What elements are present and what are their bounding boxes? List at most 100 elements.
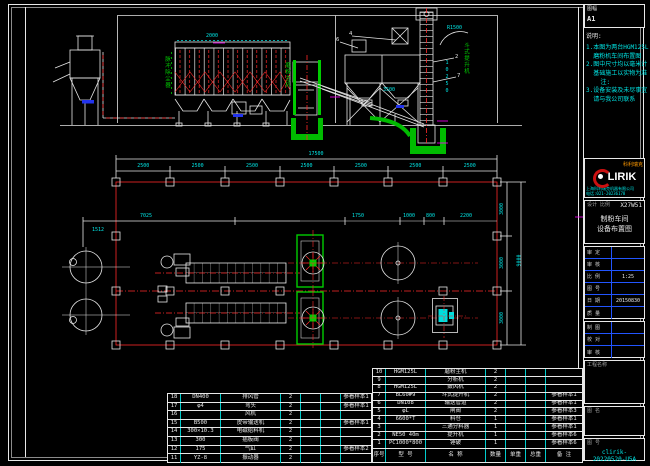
bom-header-name: 名 称 <box>426 449 486 462</box>
bom-row[interactable]: 2 NE50 40m 提升机 1 参看样本6 <box>373 432 582 440</box>
notes-block: 说明: 1.本图为两台HGM125L 磨粉机车间布置图2.图中尺寸均以毫米计 基… <box>586 34 644 105</box>
bom-row[interactable]: 8 HGM125L 鼓风机 2 <box>373 385 582 393</box>
drawing-number: clirik-20220520-U5A <box>587 449 642 463</box>
dim-label: 3000 <box>496 291 508 345</box>
corner-box: 图幅 A1 <box>584 4 645 28</box>
label-bag-filter: 脉冲除尘器 <box>163 56 171 89</box>
dim-label: 3000 <box>496 236 508 290</box>
notes-title: 说明: <box>586 34 644 41</box>
corner-line1: 图幅 <box>587 7 642 12</box>
note-line: 请与我公司联系 <box>586 96 644 105</box>
title-block-row: 审 定 <box>585 247 644 259</box>
clirik-logo[interactable]: LIRIK <box>586 169 643 184</box>
silos-elevation <box>345 28 420 125</box>
plan-silo-circles <box>381 242 415 339</box>
cad-drawing-canvas: 2000 R1500 10250 3500 脉冲除尘器 磨粉主机 斗式提升机 2… <box>0 0 650 466</box>
title-block-rows1: 审 定 审 核 比 例 1:25 图 号 <box>584 246 645 319</box>
dim-label: 3000 <box>496 182 508 236</box>
note-line: 磨粉机车间布置图 <box>586 53 644 62</box>
bom-header-unit-weight: 单重 <box>506 449 526 462</box>
plan-mills <box>288 230 478 348</box>
plan-left-small-dim: 1512 <box>92 228 104 233</box>
bom-row[interactable]: 14 300×10.3 电磁给料机 2 <box>168 428 371 437</box>
logo-box: 科利瑞克 LIRIK 上海科利瑞克机器有限公司 电话:021-20236178 <box>584 158 645 198</box>
bom-row[interactable]: 18 DN400 排风管 2 参看样本1 <box>168 394 371 403</box>
dim-label: 2500 <box>170 163 224 169</box>
bom-row[interactable]: 17 φ4 弯头 2 参看样本1 <box>168 403 371 412</box>
elev-width-dim: 2000 <box>206 34 218 39</box>
elev-silo-dim: 3500 <box>383 88 395 93</box>
clirik-logo-c-icon <box>593 169 608 184</box>
bom-header: 序号 型 号 名 称 数量 单重 总重 备 注 <box>372 448 583 463</box>
plan-mid-dim-1: 1750 <box>352 214 364 219</box>
project-name-label: 工程名称 <box>587 363 642 368</box>
title-block-row: 制 图 <box>585 322 644 334</box>
corner-line2: A1 <box>587 15 642 23</box>
note-line: 2.图中尺寸均以毫米计 <box>586 61 644 70</box>
plan-column-markers <box>112 178 501 349</box>
dim-label: 2500 <box>225 163 279 169</box>
bom-row[interactable]: 13 300 插板阀 2 <box>168 437 371 446</box>
plan-left-dimension <box>83 217 497 247</box>
plan-mid-dim-4: 2200 <box>460 214 472 219</box>
scale-caption: 设计 比例 <box>587 203 610 210</box>
bom-row[interactable]: 6 DN108 输送管道 2 参看样本1 <box>373 401 582 409</box>
plan-right-dims: 300030003000 <box>496 182 508 345</box>
note-line: 1.本图为两台HGM125L <box>586 44 644 53</box>
drawing-title: 设备布置图 <box>587 225 642 233</box>
bag-filter-elevation <box>172 41 291 127</box>
label-mill: 磨粉主机 <box>283 62 291 88</box>
plan-mid-dim-3: 800 <box>426 214 435 219</box>
drawing-number-box: 图 号 clirik-20220520-U5A <box>584 438 645 461</box>
callout-6: 6 <box>336 37 339 43</box>
callout-2: 2 <box>455 54 458 60</box>
callout-7: 7 <box>457 73 460 79</box>
plan-top-dims: 2500250025002500250025002500 <box>116 163 497 169</box>
plan-elevator-room <box>428 296 468 338</box>
note-line: 3.设备安装及未尽事宜 <box>586 87 644 96</box>
title-block-row: 图 号 <box>585 283 644 295</box>
sheet-name-box: 图 名 <box>584 406 645 436</box>
bom-table-right: 10 HGM125L 磨粉主机 2 9 分析机 2 8 HGM125L <box>372 368 583 448</box>
dim-label: 2500 <box>279 163 333 169</box>
dim-label: 2500 <box>443 163 497 169</box>
title-block-row: 日 期 20150830 <box>585 295 644 307</box>
title-block-row: 校 对 <box>585 334 644 346</box>
label-elevator: 斗式提升机 <box>462 42 470 75</box>
bom-header-total-weight: 总重 <box>526 449 546 462</box>
plan-left-dim: 7025 <box>140 214 152 219</box>
bom-row[interactable]: 11 YZ-8 振动器 2 <box>168 454 371 463</box>
project-name-box: 工程名称 <box>584 360 645 404</box>
dim-label: 2500 <box>388 163 442 169</box>
bom-row[interactable]: 4 6600*T 料仓 1 参看样本1 <box>373 416 582 424</box>
bom-row[interactable]: 16 风机 2 <box>168 411 371 420</box>
plan-bag-filters <box>155 254 300 338</box>
title-block-rows2: 制 图 校 对 审 核 <box>584 321 645 358</box>
mill-elevation <box>291 55 340 140</box>
plan-top-total-dim: 17500 <box>286 152 346 157</box>
plan-right-total-dim: 9000 <box>518 254 523 266</box>
bom-row[interactable]: 15 B500 皮带输送机 2 参看样本1 <box>168 420 371 429</box>
dim-label: 2500 <box>334 163 388 169</box>
title-block-row: 比 例 1:25 <box>585 271 644 283</box>
title-block-row: 审 核 <box>585 346 644 358</box>
title-block-row: 质 量 <box>585 307 644 319</box>
bom-row[interactable]: 10 HGM125L 磨粉主机 2 <box>373 369 582 377</box>
cyclone-elevation <box>53 36 175 125</box>
note-line: 基础施工以实物为准 <box>586 70 644 79</box>
bom-row[interactable]: 7 BL60#9 斗式提升机 2 参看样本1 <box>373 393 582 401</box>
bom-header-model: 型 号 <box>386 449 426 462</box>
drawing-number-label: 图 号 <box>587 441 642 446</box>
dept-name: 制粉车间 <box>587 215 642 223</box>
bom-row[interactable]: 9 分析机 2 <box>373 377 582 385</box>
sheet-name-label: 图 名 <box>587 409 642 414</box>
bom-row[interactable]: 1 PC1000*800 锤破 1 参看样本6 <box>373 440 582 448</box>
project-code: X27W51 <box>620 203 642 210</box>
bom-row[interactable]: 5 φL 闸阀 2 参看样本3 <box>373 408 582 416</box>
bom-row[interactable]: 12 175 气缸 2 参看样本2 <box>168 446 371 455</box>
drawing-title-box: 设计 比例 X27W51 制粉车间 设备布置图 <box>584 200 645 244</box>
elev-radius-dim: R1500 <box>447 26 462 31</box>
logo-brand-cn: 科利瑞克 <box>586 161 643 168</box>
bom-row[interactable]: 3 三通分料器 1 参看样本1 <box>373 424 582 432</box>
company-line2: 电话:021-20236178 <box>586 191 643 196</box>
